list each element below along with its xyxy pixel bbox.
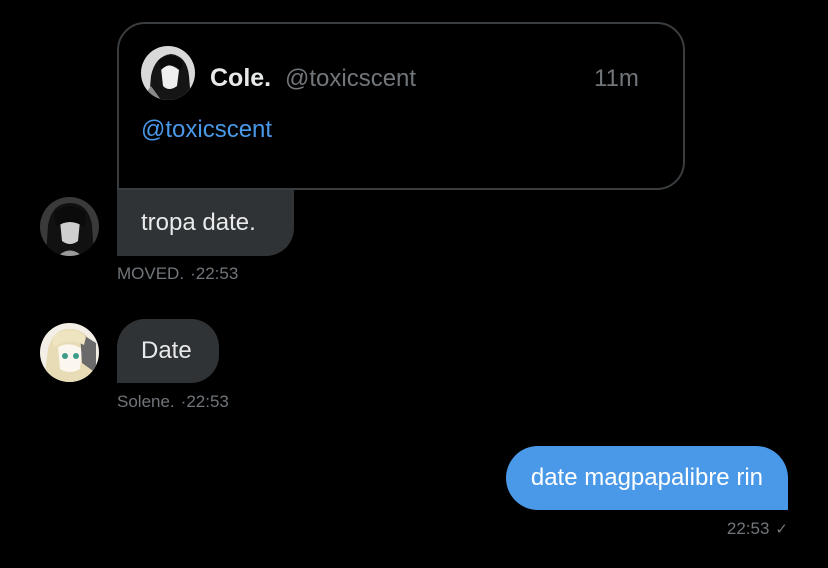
message-time: 22:53 [195, 264, 239, 283]
sender-name[interactable]: Solene. [117, 392, 175, 411]
quoted-tweet-card[interactable] [117, 22, 685, 190]
quoted-tweet-avatar[interactable] [141, 46, 195, 100]
message-text: date magpapalibre rin [530, 464, 763, 491]
sender-name[interactable]: MOVED. [117, 264, 184, 283]
sender-avatar-solene[interactable] [40, 323, 99, 382]
check-icon: ✓ [775, 521, 788, 538]
message-time: 22:53 [186, 392, 229, 411]
avatar-dark-icon [141, 46, 195, 100]
quoted-tweet-handle[interactable]: @toxicscent [285, 65, 416, 93]
quoted-tweet-time: 11m [594, 65, 639, 92]
message-meta-outgoing: 22:53 ✓ [727, 519, 788, 539]
avatar-blonde-hair-icon [40, 323, 99, 382]
message-time: 22:53 [726, 519, 770, 538]
message-bubble-incoming[interactable]: tropa date. [117, 190, 294, 256]
message-bubble-incoming[interactable]: Date [117, 319, 219, 383]
quoted-tweet-mention-link[interactable]: @toxicscent [141, 116, 272, 144]
message-meta: MOVED. ·22:53 [117, 264, 238, 284]
sender-avatar-moved[interactable] [40, 197, 99, 256]
message-text: tropa date. [141, 209, 256, 236]
message-bubble-outgoing[interactable]: date magpapalibre rin [505, 446, 788, 510]
avatar-dark-hair-icon [40, 197, 99, 256]
quoted-tweet-display-name[interactable]: Cole. [210, 64, 271, 93]
message-meta: Solene. ·22:53 [117, 392, 229, 412]
message-text: Date [141, 337, 192, 364]
